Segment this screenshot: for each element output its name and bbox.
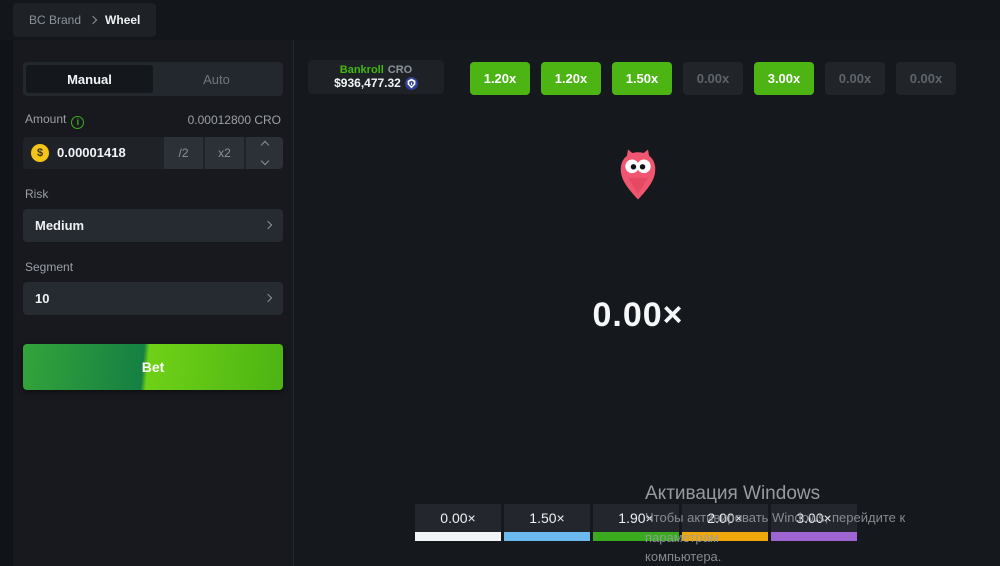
segments-legend: 0.00× 1.50× 1.90× 2.00× 3.00× (415, 504, 857, 541)
breadcrumb-brand-link[interactable]: BC Brand (29, 13, 81, 27)
cro-coin-icon (405, 77, 418, 90)
stepper-down-button[interactable] (246, 153, 283, 169)
chevron-right-icon (264, 294, 272, 302)
coin-icon: $ (31, 144, 49, 162)
segment-color-bar (593, 532, 679, 541)
risk-value: Medium (35, 218, 84, 233)
amount-label: Amounti (25, 112, 84, 129)
bankroll-currency: CRO (388, 65, 412, 76)
segment-label: Segment (23, 260, 283, 274)
result-history: 1.20x 1.20x 1.50x 0.00x 3.00x 0.00x 0.00… (470, 62, 956, 95)
bankroll-panel[interactable]: Bankroll CRO $936,477.32 (308, 60, 444, 94)
breadcrumb-chevron-icon (89, 16, 97, 24)
tab-manual[interactable]: Manual (26, 65, 153, 93)
segment-select[interactable]: 10 (23, 282, 283, 315)
history-result[interactable]: 3.00x (754, 62, 814, 95)
history-result[interactable]: 0.00x (683, 62, 743, 95)
amount-input[interactable] (49, 145, 162, 160)
segment-color-bar (682, 532, 768, 541)
legend-segment: 2.00× (682, 504, 768, 541)
legend-segment: 1.50× (504, 504, 590, 541)
amount-header-row: Amounti 0.00012800 CRO (23, 112, 283, 129)
half-amount-button[interactable]: /2 (164, 137, 203, 169)
history-result[interactable]: 1.20x (541, 62, 601, 95)
bet-controls-sidebar: Manual Auto Amounti 0.00012800 CRO $ /2 … (13, 40, 293, 566)
history-result[interactable]: 1.20x (470, 62, 530, 95)
double-amount-button[interactable]: x2 (205, 137, 244, 169)
risk-select[interactable]: Medium (23, 209, 283, 242)
owl-icon (618, 148, 658, 202)
history-result[interactable]: 0.00x (896, 62, 956, 95)
bankroll-value: $936,477.32 (334, 77, 401, 89)
legend-segment: 1.90× (593, 504, 679, 541)
stepper-up-button[interactable] (246, 137, 283, 153)
mode-tabs: Manual Auto (23, 62, 283, 96)
chevron-up-icon (260, 140, 268, 148)
segment-color-bar (771, 532, 857, 541)
amount-input-group: $ /2 x2 (23, 137, 283, 169)
history-result[interactable]: 1.50x (612, 62, 672, 95)
current-multiplier: 0.00× (592, 296, 683, 335)
segment-value: 10 (35, 291, 49, 306)
legend-segment: 3.00× (771, 504, 857, 541)
bet-button[interactable]: Bet (23, 344, 283, 390)
risk-label: Risk (23, 187, 283, 201)
game-area: Bankroll CRO $936,477.32 1.20x 1.20x 1.5… (293, 40, 1000, 566)
chevron-down-icon (260, 156, 268, 164)
wheel-game-app: BC Brand Wheel Manual Auto Amounti 0.000… (0, 0, 1000, 566)
segment-color-bar (415, 532, 501, 541)
amount-stepper (246, 137, 283, 169)
breadcrumb-current-page: Wheel (105, 13, 140, 27)
breadcrumb: BC Brand Wheel (13, 3, 156, 37)
wallet-balance: 0.00012800 CRO (188, 113, 281, 127)
segment-color-bar (504, 532, 590, 541)
history-result[interactable]: 0.00x (825, 62, 885, 95)
bankroll-label: Bankroll (340, 65, 384, 76)
top-header: BC Brand Wheel (0, 0, 1000, 40)
chevron-right-icon (264, 221, 272, 229)
tab-auto[interactable]: Auto (153, 65, 280, 93)
info-icon[interactable]: i (71, 116, 84, 129)
legend-segment: 0.00× (415, 504, 501, 541)
